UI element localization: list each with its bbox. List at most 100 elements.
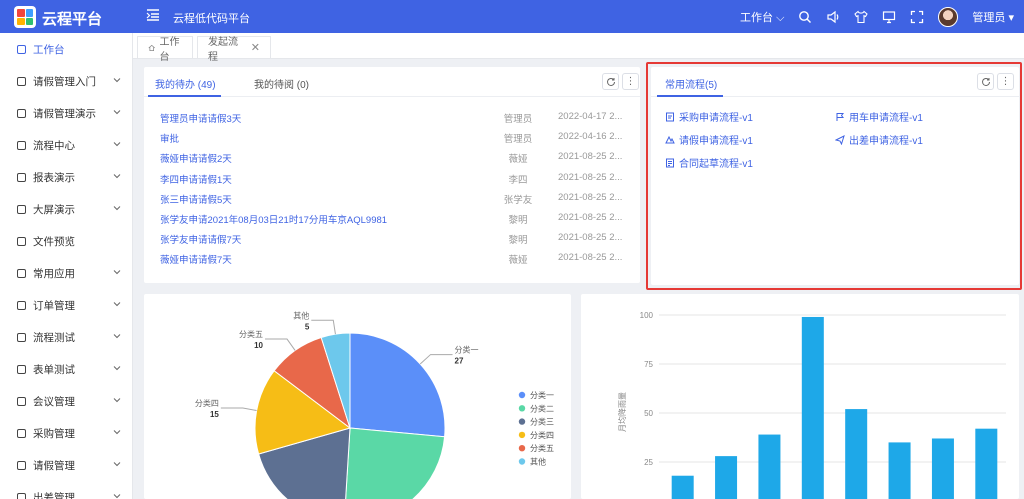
sidebar-item[interactable]: 文件预览 (0, 225, 133, 257)
bar[interactable] (671, 475, 694, 499)
table-row[interactable]: 张三申请请假5天 张学友 2021-08-25 2... (160, 188, 638, 208)
sidebar-item-label: 流程中心 (33, 139, 75, 152)
legend-label[interactable]: 分类五 (530, 443, 554, 453)
close-icon[interactable]: ✕ (251, 41, 260, 54)
meeting-icon (17, 396, 26, 406)
sidebar-item[interactable]: 流程中心 (0, 129, 133, 161)
sidebar-item[interactable]: 订单管理 (0, 289, 133, 321)
sidebar-item[interactable]: 大屏演示 (0, 193, 133, 225)
sidebar-item-label: 工作台 (33, 43, 65, 56)
todo-date: 2021-08-25 2... (558, 171, 623, 183)
bar[interactable] (801, 316, 824, 499)
bar[interactable] (845, 409, 868, 499)
menu-fold-icon[interactable] (146, 8, 160, 22)
workspace-dropdown[interactable]: 工作台 ⌵ (740, 9, 784, 25)
todo-title[interactable]: 李四申请请假1天 (160, 172, 232, 186)
sidebar-item-label: 报表演示 (33, 171, 75, 184)
chevron-down-icon (113, 206, 121, 211)
todo-title[interactable]: 张学友申请请假7天 (160, 232, 241, 246)
table-row[interactable]: 张学友申请2021年08月03日21时17分用车京AQL9981 黎明 2021-0… (160, 208, 638, 228)
bar[interactable] (975, 428, 998, 499)
pie-chart-card: 分类一 27 分类四 15 分类五 10 其他 5 分类一 分类二 分类三 分类四 分类五 其他 (144, 294, 571, 499)
callout-value: 5 (305, 322, 310, 331)
bar[interactable] (931, 438, 954, 499)
workspace-label: 工作台 (740, 11, 773, 24)
todo-title[interactable]: 管理员申请请假3天 (160, 111, 241, 125)
legend-label[interactable]: 分类二 (530, 403, 554, 413)
bar[interactable] (888, 442, 911, 499)
todo-title[interactable]: 薇娅申请请假7天 (160, 252, 232, 266)
callout-label: 分类五 (239, 329, 263, 339)
refresh-button[interactable] (602, 73, 619, 90)
legend-label[interactable]: 分类一 (530, 390, 554, 400)
todo-title[interactable]: 薇娅申请请假2天 (160, 151, 232, 165)
sidebar-item[interactable]: 请假管理入门 (0, 65, 133, 97)
more-button[interactable]: ⋮ (622, 73, 639, 90)
sidebar-item[interactable]: 表单测试 (0, 353, 133, 385)
todo-title[interactable]: 张学友申请2021年08月03日21时17分用车京AQL9981 (160, 212, 387, 226)
sidebar-item[interactable]: 常用应用 (0, 257, 133, 289)
legend-label[interactable]: 其他 (530, 457, 546, 467)
table-row[interactable]: 张学友申请请假7天 黎明 2021-08-25 2... (160, 228, 638, 248)
bar[interactable] (715, 456, 738, 499)
tab-my-cc[interactable]: 我的待阅 (0) (254, 76, 309, 91)
tab-workbench[interactable]: 工作台 (137, 36, 193, 63)
tab-label: 工作台 (159, 36, 180, 63)
legend-marker (518, 445, 526, 452)
sidebar-item[interactable]: 采购管理 (0, 417, 133, 449)
sidebar-item[interactable]: 会议管理 (0, 385, 133, 417)
shirt-icon[interactable] (854, 10, 869, 24)
sidebar-item[interactable]: 出差管理 (0, 481, 133, 499)
bar[interactable] (758, 434, 781, 499)
tab-start-flow[interactable]: 发起流程 ✕ (197, 36, 271, 63)
todo-title[interactable]: 审批 (160, 131, 179, 145)
sidebar-item[interactable]: 请假管理 (0, 449, 133, 481)
tab-label: 发起流程 (208, 36, 238, 63)
pie-slice[interactable] (344, 427, 446, 499)
tab-my-todo[interactable]: 我的待办 (49) (155, 76, 216, 91)
user-menu[interactable]: 管理员 ▾ (972, 9, 1014, 25)
todo-user: 薇娅 (508, 154, 528, 166)
todo-user: 管理员 (503, 134, 533, 146)
brand-title: 云程平台 (42, 11, 103, 28)
chevron-down-icon (113, 302, 121, 307)
sidebar-item[interactable]: 报表演示 (0, 161, 133, 193)
chevron-down-icon (113, 270, 121, 275)
more-vertical-icon: ⋮ (625, 76, 636, 87)
sidebar-item-label: 请假管理 (33, 459, 75, 472)
pie-slice[interactable] (349, 332, 446, 438)
table-row[interactable]: 薇娅申请请假7天 薇娅 2021-08-25 2... (160, 248, 638, 268)
legend-marker (518, 391, 526, 399)
chevron-down-icon (113, 398, 121, 403)
callout-line (265, 338, 296, 351)
callout-label: 分类四 (195, 398, 219, 408)
todo-user: 薇娅 (508, 255, 528, 267)
active-tab-indicator (148, 95, 221, 97)
legend-label[interactable]: 分类四 (530, 430, 554, 440)
sidebar-item[interactable]: 工作台 (0, 33, 133, 65)
todo-date: 2021-08-25 2... (558, 191, 623, 203)
monitor-icon[interactable] (882, 10, 896, 24)
logo-tile-2 (25, 9, 33, 17)
sidebar-item[interactable]: 流程测试 (0, 321, 133, 353)
avatar[interactable] (938, 6, 959, 27)
search-icon[interactable] (798, 10, 812, 24)
bar-chart-card: 100 75 50 25 月均降雨量 (581, 294, 1019, 499)
plane-icon (17, 492, 26, 499)
legend-marker (518, 418, 526, 425)
fullscreen-icon[interactable] (910, 10, 924, 24)
header-actions: 工作台 ⌵ 管理员 ▾ (740, 0, 1014, 33)
table-row[interactable]: 薇娅申请请假2天 薇娅 2021-08-25 2... (160, 147, 638, 167)
sidebar-item[interactable]: 请假管理演示 (0, 97, 133, 129)
app-logo[interactable] (14, 6, 36, 28)
refresh-icon (606, 77, 615, 86)
speaker-icon[interactable] (826, 10, 840, 24)
todo-card: 我的待办 (49) 我的待阅 (0) ⋮ 管理员申请请假3天 管理员 2022-04… (144, 67, 640, 283)
todo-title[interactable]: 张三申请请假5天 (160, 192, 232, 206)
table-row[interactable]: 管理员申请请假3天 管理员 2022-04-17 2... (160, 107, 638, 127)
table-row[interactable]: 审批 管理员 2022-04-16 2... (160, 127, 638, 147)
tab-bar: 工作台 发起流程 ✕ (133, 33, 1024, 63)
legend-label[interactable]: 分类三 (530, 417, 554, 427)
todo-date: 2021-08-25 2... (558, 252, 623, 264)
table-row[interactable]: 李四申请请假1天 李四 2021-08-25 2... (160, 168, 638, 188)
